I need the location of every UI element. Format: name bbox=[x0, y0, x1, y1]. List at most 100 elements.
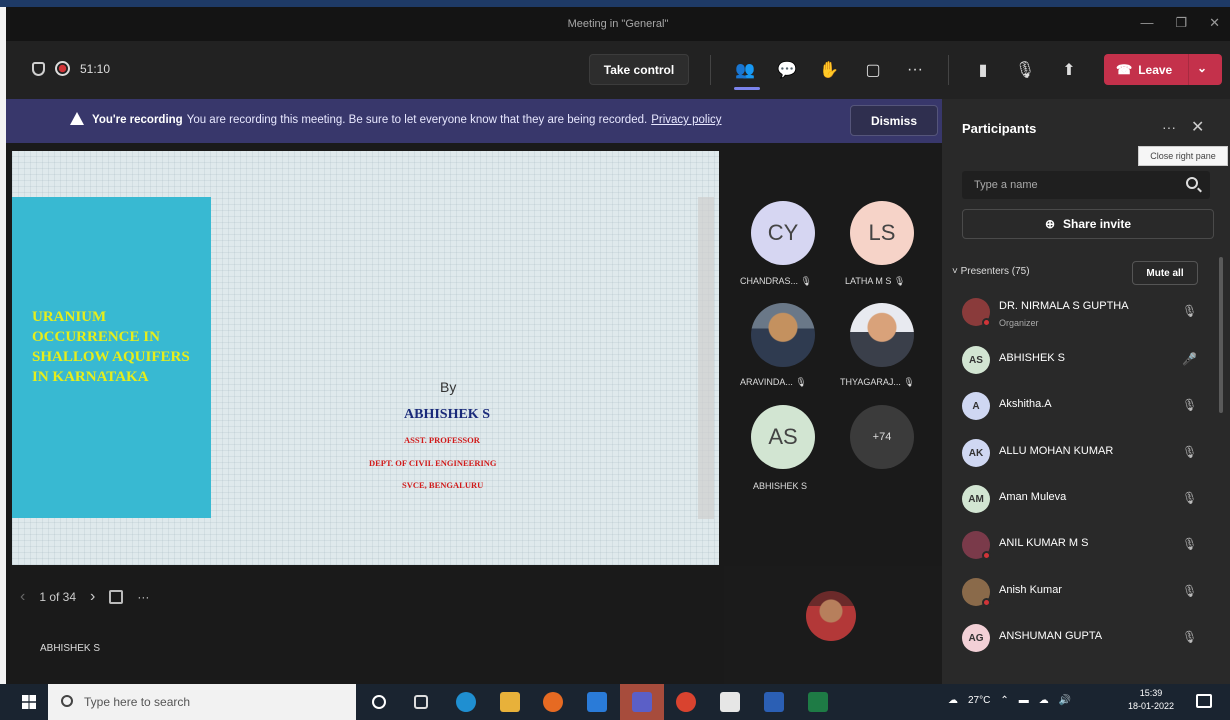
people-icon[interactable]: 👥 bbox=[734, 59, 760, 90]
participant-row[interactable]: ANIL KUMAR M S 🎙 bbox=[962, 527, 1202, 563]
banner-message: You are recording this meeting. Be sure … bbox=[186, 114, 648, 126]
more-icon[interactable]: ··· bbox=[137, 590, 149, 604]
window-title: Meeting in "General" bbox=[567, 18, 669, 30]
chevron-left-icon[interactable]: ‹ bbox=[20, 588, 25, 606]
participant-tile-label: LATHA M S 🎙 bbox=[845, 276, 906, 286]
close-icon[interactable]: ✕ bbox=[1191, 117, 1204, 137]
mail-icon[interactable] bbox=[587, 692, 607, 712]
notification-icon[interactable] bbox=[1196, 694, 1212, 708]
participant-name: DR. NIRMALA S GUPTHA bbox=[999, 300, 1129, 312]
cortana-icon[interactable] bbox=[372, 695, 386, 709]
window-controls: — ❐ ✕ bbox=[1140, 15, 1220, 31]
slide-page: 1 of 34 bbox=[39, 590, 77, 604]
participant-photo[interactable] bbox=[751, 303, 815, 367]
excel-icon[interactable] bbox=[808, 692, 828, 712]
mute-all-button[interactable]: Mute all bbox=[1132, 261, 1198, 285]
avatar: AG bbox=[962, 624, 990, 652]
volume-icon[interactable]: 🔊 bbox=[1059, 695, 1071, 706]
chrome-icon[interactable] bbox=[676, 692, 696, 712]
taskbar-search-input[interactable]: Type here to search bbox=[48, 684, 356, 720]
teams-icon[interactable] bbox=[632, 692, 652, 712]
banner-text: You're recording You are recording this m… bbox=[92, 114, 722, 126]
participant-tile[interactable]: LS bbox=[850, 201, 914, 265]
more-actions-icon[interactable]: ··· bbox=[904, 59, 926, 81]
presenters-header[interactable]: ˅ Presenters (75) bbox=[952, 266, 1030, 277]
mic-off-icon[interactable]: 🎙 bbox=[1014, 59, 1036, 81]
share-invite-label: Share invite bbox=[1063, 217, 1132, 231]
panel-scrollbar[interactable] bbox=[1219, 257, 1223, 413]
task-view-icon[interactable] bbox=[414, 695, 428, 709]
windows-start-icon[interactable] bbox=[22, 695, 36, 709]
slide-title: URANIUM OCCURRENCE IN SHALLOW AQUIFERS I… bbox=[32, 309, 190, 385]
participant-row[interactable]: AM Aman Muleva 🎙 bbox=[962, 481, 1202, 517]
calendar-icon[interactable] bbox=[720, 692, 740, 712]
participant-name: Akshitha.A bbox=[999, 398, 1052, 410]
participant-row[interactable]: AK ALLU MOHAN KUMAR 🎙 bbox=[962, 435, 1202, 471]
slide-scrollbar[interactable] bbox=[698, 197, 714, 519]
leave-divider bbox=[1188, 54, 1189, 85]
avatar: AS bbox=[962, 346, 990, 374]
taskbar-clock[interactable]: 15:39 18-01-2022 bbox=[1128, 687, 1174, 713]
more-participants-tile[interactable]: +74 bbox=[850, 405, 914, 469]
windows-taskbar: Type here to search ☁ 27°C ⌃ ▬ ☁ 🔊 15:39… bbox=[0, 684, 1230, 720]
participant-tile[interactable]: CY bbox=[751, 201, 815, 265]
mic-off-icon: 🎙 bbox=[893, 276, 906, 286]
slide-role: ASST. PROFESSOR bbox=[404, 435, 480, 445]
participant-row[interactable]: AS ABHISHEK S 🎤 bbox=[962, 342, 1202, 378]
share-invite-button[interactable]: ⊕ Share invite bbox=[962, 209, 1214, 239]
chevron-up-icon[interactable]: ⌃ bbox=[1000, 695, 1008, 706]
rooms-icon[interactable]: ▢ bbox=[862, 59, 884, 81]
phone-icon: ☎ bbox=[1116, 61, 1133, 77]
more-icon[interactable]: ··· bbox=[1162, 119, 1176, 135]
battery-icon[interactable]: ▬ bbox=[1019, 695, 1029, 706]
participant-row[interactable]: DR. NIRMALA S GUPTHA Organizer 🎙 bbox=[962, 294, 1202, 330]
leave-button[interactable]: ☎ Leave ⌄ bbox=[1104, 54, 1222, 85]
privacy-policy-link[interactable]: Privacy policy bbox=[651, 114, 721, 126]
dismiss-button[interactable]: Dismiss bbox=[850, 105, 938, 136]
mic-icon: 🎤 bbox=[1182, 352, 1197, 366]
close-window-icon[interactable]: ✕ bbox=[1209, 15, 1220, 31]
grid-view-icon[interactable] bbox=[109, 590, 124, 604]
participant-tile-label: ABHISHEK S bbox=[753, 481, 808, 491]
chevron-right-icon[interactable]: › bbox=[90, 588, 95, 606]
mic-off-icon: 🎙 bbox=[1182, 584, 1198, 598]
weather-icon[interactable]: ☁ bbox=[948, 695, 958, 706]
avatar bbox=[962, 298, 991, 327]
edge-icon[interactable] bbox=[456, 692, 476, 712]
share-invite-icon: ⊕ bbox=[1044, 217, 1056, 231]
restore-icon[interactable]: ❐ bbox=[1175, 15, 1187, 31]
mic-off-icon: 🎙 bbox=[1182, 491, 1198, 505]
participant-row[interactable]: Anish Kumar 🎙 bbox=[962, 574, 1202, 610]
share-icon[interactable]: ⬆ bbox=[1058, 59, 1080, 81]
chat-icon[interactable]: 💬 bbox=[776, 59, 798, 81]
participant-tile[interactable]: AS bbox=[751, 405, 815, 469]
clock-date: 18-01-2022 bbox=[1128, 701, 1175, 711]
participant-search-input[interactable]: Type a name bbox=[962, 171, 1210, 199]
system-tray: ☁ 27°C ⌃ ▬ ☁ 🔊 bbox=[948, 695, 1071, 706]
participant-row[interactable]: A Akshitha.A 🎙 bbox=[962, 388, 1202, 424]
search-icon bbox=[61, 695, 73, 707]
chevron-down-icon: ˅ bbox=[952, 266, 961, 277]
mic-off-icon: 🎙 bbox=[795, 377, 807, 387]
participant-photo[interactable] bbox=[850, 303, 914, 367]
shared-slide: URANIUM OCCURRENCE IN SHALLOW AQUIFERS I… bbox=[12, 151, 719, 565]
self-video bbox=[724, 566, 942, 684]
toolbar-divider bbox=[948, 55, 949, 85]
camera-off-icon[interactable]: ▮ bbox=[972, 59, 994, 81]
participant-tile-label: THYAGARAJ... 🎙 bbox=[840, 377, 915, 387]
slide-navigation: ‹ 1 of 34 › ··· bbox=[20, 588, 149, 606]
mic-off-icon: 🎙 bbox=[800, 276, 812, 286]
video-gallery: CY CHANDRAS... 🎙 LS LATHA M S 🎙 ARAVINDA… bbox=[724, 151, 942, 551]
participant-name: Anish Kumar bbox=[999, 584, 1062, 596]
file-explorer-icon[interactable] bbox=[500, 692, 520, 712]
reactions-icon[interactable]: ✋ bbox=[818, 59, 840, 81]
participant-role: Organizer bbox=[999, 318, 1039, 328]
network-icon[interactable]: ☁ bbox=[1039, 695, 1049, 706]
word-icon[interactable] bbox=[764, 692, 784, 712]
chevron-down-icon[interactable]: ⌄ bbox=[1197, 61, 1207, 75]
take-control-button[interactable]: Take control bbox=[589, 54, 689, 85]
participant-row[interactable]: AG ANSHUMAN GUPTA 🎙 bbox=[962, 620, 1202, 656]
mic-off-icon: 🎙 bbox=[1182, 445, 1198, 459]
minimize-icon[interactable]: — bbox=[1140, 15, 1153, 31]
firefox-icon[interactable] bbox=[543, 692, 563, 712]
